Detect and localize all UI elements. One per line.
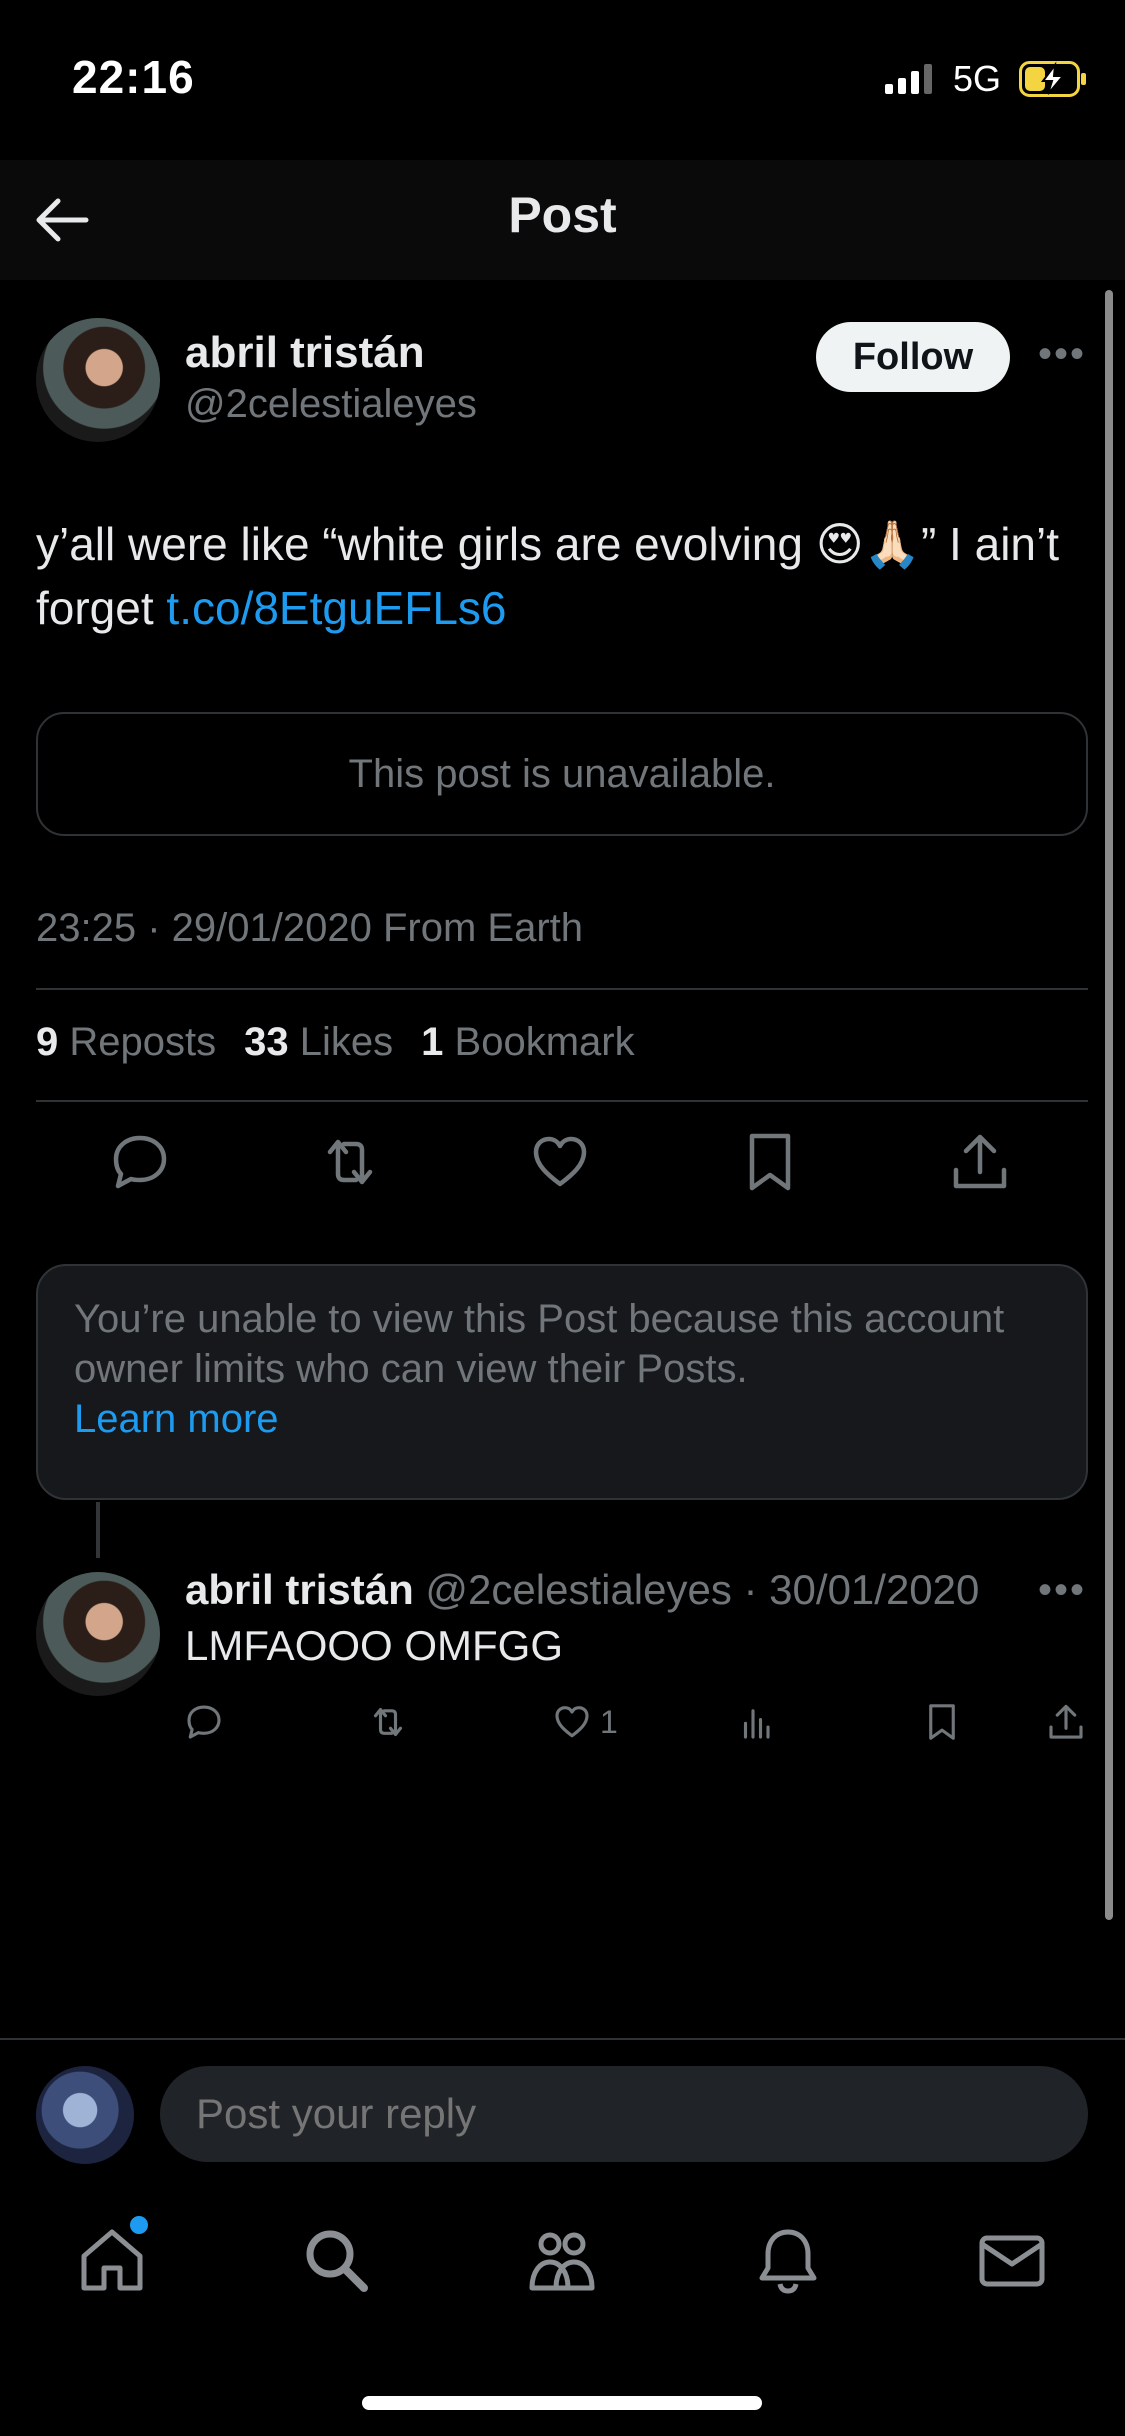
likes-count: 33 [244, 1020, 289, 1064]
reply-input[interactable] [160, 2066, 1088, 2162]
divider [36, 988, 1088, 990]
network-label: 5G [952, 58, 1001, 99]
reply-like-button[interactable]: 1 [552, 1700, 618, 1744]
reply-header: abril tristán @2celestialeyes · 30/01/20… [185, 1566, 979, 1614]
share-icon[interactable] [948, 1130, 1012, 1194]
divider [36, 1100, 1088, 1102]
bookmark-icon [929, 1704, 955, 1740]
post-link[interactable]: t.co/8EtguEFLs6 [166, 582, 506, 634]
more-options-icon[interactable]: ••• [1038, 332, 1086, 377]
post-actions [0, 1130, 1125, 1200]
post-timestamp: 23:25 · 29/01/2020 From Earth [36, 906, 583, 950]
reply-views-button[interactable] [738, 1700, 778, 1744]
bookmark-icon[interactable] [738, 1130, 802, 1194]
visibility-limit-notice: You’re unable to view this Post because … [36, 1264, 1088, 1500]
reply-author-name[interactable]: abril tristán [185, 1566, 414, 1613]
author-handle[interactable]: @2celestialeyes [185, 382, 477, 427]
reply-share-button[interactable] [1046, 1700, 1086, 1744]
signal-icon [884, 64, 932, 94]
like-icon[interactable] [528, 1130, 592, 1194]
follow-button[interactable]: Follow [816, 322, 1010, 392]
reply-icon[interactable] [108, 1130, 172, 1194]
views-chart-icon [743, 1709, 770, 1739]
reply-icon [187, 1705, 221, 1739]
quoted-post-unavailable: This post is unavailable. [36, 712, 1088, 836]
repost-icon[interactable] [318, 1130, 382, 1194]
bookmarks-label: Bookmark [454, 1020, 635, 1064]
status-indicators: 5G [884, 58, 1087, 100]
home-icon[interactable] [76, 2224, 148, 2296]
bookmarks-stat[interactable]: 1 Bookmark [421, 1020, 634, 1065]
reply-bookmark-button[interactable] [922, 1700, 962, 1744]
reply-author-avatar[interactable] [36, 1572, 160, 1696]
reposts-stat[interactable]: 9 Reposts [36, 1020, 216, 1065]
reply-meta: @2celestialeyes · 30/01/2020 [425, 1566, 980, 1613]
unavailable-text: This post is unavailable. [348, 751, 776, 796]
share-icon [1049, 1704, 1083, 1739]
notifications-bell-icon[interactable] [752, 2224, 824, 2296]
thread-connector-line [96, 1502, 100, 1558]
repost-icon [373, 1707, 403, 1737]
battery-charging-icon [1019, 61, 1086, 97]
communities-icon[interactable] [526, 2224, 598, 2296]
messages-envelope-icon[interactable] [976, 2224, 1048, 2296]
home-indicator[interactable] [362, 2396, 762, 2410]
post-stats: 9 Reposts 33 Likes 1 Bookmark [36, 1020, 635, 1065]
reply-more-options-icon[interactable]: ••• [1038, 1568, 1086, 1613]
reply-text: LMFAOOO OMFGG [185, 1622, 564, 1669]
current-user-avatar[interactable] [36, 2066, 134, 2164]
likes-label: Likes [299, 1020, 394, 1064]
post-text: y’all were like “white girls are evolvin… [36, 512, 1076, 640]
learn-more-link[interactable]: Learn more [74, 1397, 279, 1441]
reply-reply-button[interactable] [184, 1700, 224, 1744]
bookmarks-count: 1 [421, 1020, 444, 1064]
limit-notice-text: You’re unable to view this Post because … [74, 1297, 1005, 1391]
reply-actions: 1 [0, 1700, 1125, 1750]
author-avatar[interactable] [36, 318, 160, 442]
likes-stat[interactable]: 33 Likes [244, 1020, 393, 1065]
reposts-label: Reposts [69, 1020, 217, 1064]
status-time: 22:16 [72, 51, 195, 103]
search-icon[interactable] [300, 2224, 372, 2296]
reposts-count: 9 [36, 1020, 59, 1064]
like-icon [555, 1706, 589, 1738]
reply-like-count: 1 [600, 1703, 618, 1740]
page-title: Post [508, 187, 617, 243]
scrollbar[interactable] [1105, 290, 1113, 1920]
author-name[interactable]: abril tristán [185, 328, 425, 378]
reply-repost-button[interactable] [368, 1700, 408, 1744]
